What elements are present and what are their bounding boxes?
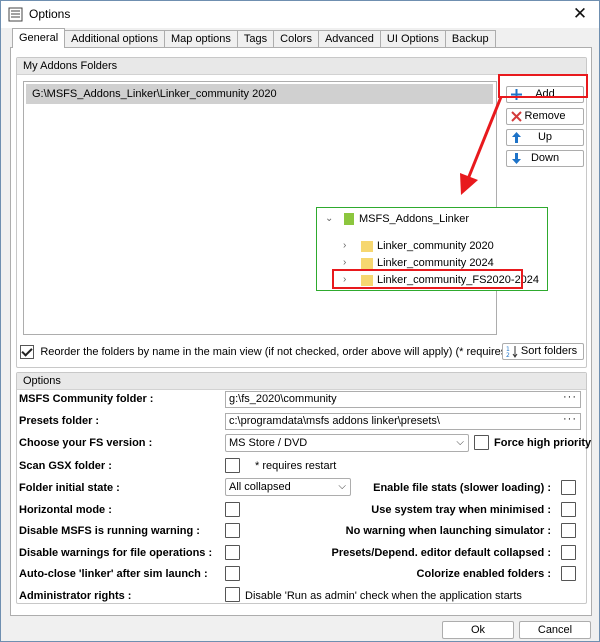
horizontal-mode-label: Horizontal mode : xyxy=(19,504,112,516)
force-priority-label: Force high priority xyxy=(494,437,592,449)
title-bar: Options ✕ xyxy=(1,1,599,28)
launch-warning-checkbox[interactable] xyxy=(561,523,576,538)
presets-folder-field[interactable]: c:\programdata\msfs addons linker\preset… xyxy=(225,413,581,430)
close-icon[interactable]: ✕ xyxy=(569,4,591,24)
admin-rights-label: Administrator rights : xyxy=(19,590,132,602)
plus-icon xyxy=(511,89,522,100)
colorize-checkbox[interactable] xyxy=(561,566,576,581)
community-folder-label: MSFS Community folder : xyxy=(19,393,154,405)
browse-presets-button[interactable]: ··· xyxy=(563,414,577,427)
auto-close-label: Auto-close 'linker' after sim launch : xyxy=(19,568,208,580)
requires-restart-note: * requires restart xyxy=(255,460,337,472)
tab-colors[interactable]: Colors xyxy=(273,30,319,48)
fs-version-select[interactable]: MS Store / DVD ⌵ xyxy=(225,434,469,452)
reorder-checkbox[interactable] xyxy=(20,344,34,359)
community-folder-value: g:\fs_2020\community xyxy=(229,393,337,405)
tab-general[interactable]: General xyxy=(12,28,66,48)
add-label: Add xyxy=(535,88,555,100)
tree-child-label: Linker_community 2020 xyxy=(377,240,494,252)
cancel-button[interactable]: Cancel xyxy=(519,621,591,639)
folder-icon xyxy=(361,258,373,269)
red-arrow-icon xyxy=(460,96,503,195)
admin-rights-note: Disable 'Run as admin' check when the ap… xyxy=(245,590,522,602)
presets-folder-label: Presets folder : xyxy=(19,415,100,427)
chevron-down-icon: ⌵ xyxy=(456,437,464,448)
add-button[interactable]: Add xyxy=(506,86,584,103)
down-button[interactable]: Down xyxy=(506,150,584,167)
tab-ui-options[interactable]: UI Options xyxy=(379,30,446,48)
folder-state-select[interactable]: All collapsed ⌵ xyxy=(225,478,351,496)
chevron-right-icon: › xyxy=(343,240,347,251)
green-folder-icon xyxy=(344,213,354,225)
file-stats-label: Enable file stats (slower loading) : xyxy=(373,482,551,494)
tree-root-label: MSFS_Addons_Linker xyxy=(359,213,470,225)
browse-community-button[interactable]: ··· xyxy=(563,392,577,405)
app-icon xyxy=(8,7,23,22)
launch-warning-label: No warning when launching simulator : xyxy=(345,525,551,537)
chevron-right-icon: › xyxy=(343,257,347,268)
presets-folder-value: c:\programdata\msfs addons linker\preset… xyxy=(229,415,440,427)
auto-close-checkbox[interactable] xyxy=(225,566,240,581)
tab-tags[interactable]: Tags xyxy=(236,30,275,48)
arrow-up-icon xyxy=(512,132,521,143)
reorder-row: Reorder the folders by name in the main … xyxy=(20,344,544,360)
tab-additional-options[interactable]: Additional options xyxy=(64,30,165,48)
sort-folders-label: Sort folders xyxy=(520,345,578,357)
chevron-down-icon: ⌵ xyxy=(338,481,346,492)
folder-tree-preview: ⌄ MSFS_Addons_Linker › Linker_community … xyxy=(316,207,548,291)
ok-button[interactable]: Ok xyxy=(442,621,514,639)
remove-label: Remove xyxy=(524,110,566,122)
reorder-label: Reorder the folders by name in the main … xyxy=(40,345,545,358)
tab-backup[interactable]: Backup xyxy=(444,30,496,48)
up-label: Up xyxy=(537,131,553,143)
fs-version-label: Choose your FS version : xyxy=(19,437,153,449)
running-warning-checkbox[interactable] xyxy=(225,523,240,538)
file-stats-checkbox[interactable] xyxy=(561,480,576,495)
file-ops-warning-checkbox[interactable] xyxy=(225,545,240,560)
down-label: Down xyxy=(530,152,560,164)
window-title: Options xyxy=(29,7,71,21)
folder-list-item[interactable]: G:\MSFS_Addons_Linker\Linker_community 2… xyxy=(26,84,493,104)
options-header: Options xyxy=(17,373,586,390)
colorize-label: Colorize enabled folders : xyxy=(416,568,551,580)
scan-gsx-label: Scan GSX folder : xyxy=(19,460,112,472)
tree-child-label: Linker_community_FS2020-2024 xyxy=(377,274,540,286)
folder-icon xyxy=(361,241,373,252)
running-warning-label: Disable MSFS is running warning : xyxy=(19,525,200,537)
tree-child-label: Linker_community 2024 xyxy=(377,257,494,269)
system-tray-checkbox[interactable] xyxy=(561,502,576,517)
chevron-right-icon: › xyxy=(343,274,347,285)
fs-version-value: MS Store / DVD xyxy=(229,437,308,449)
editor-collapsed-label: Presets/Depend. editor default collapsed… xyxy=(331,547,551,559)
file-ops-warning-label: Disable warnings for file operations : xyxy=(19,547,213,559)
editor-collapsed-checkbox[interactable] xyxy=(561,545,576,560)
tab-strip: General Additional options Map options T… xyxy=(12,28,496,48)
sort-folders-button[interactable]: 12 Sort folders xyxy=(502,343,584,360)
up-button[interactable]: Up xyxy=(506,129,584,146)
system-tray-label: Use system tray when minimised : xyxy=(371,504,551,516)
addons-folders-header: My Addons Folders xyxy=(17,58,586,75)
scan-gsx-checkbox[interactable] xyxy=(225,458,240,473)
folder-icon xyxy=(361,275,373,286)
folder-state-label: Folder initial state : xyxy=(19,482,120,494)
admin-rights-checkbox[interactable] xyxy=(225,587,240,602)
chevron-down-icon: ⌄ xyxy=(325,213,334,224)
community-folder-field[interactable]: g:\fs_2020\community ··· xyxy=(225,391,581,408)
folder-state-value: All collapsed xyxy=(229,481,291,493)
tab-advanced[interactable]: Advanced xyxy=(317,30,381,48)
remove-x-icon xyxy=(511,111,522,122)
remove-button[interactable]: Remove xyxy=(506,108,584,125)
tab-map-options[interactable]: Map options xyxy=(163,30,238,48)
force-priority-checkbox[interactable] xyxy=(474,435,489,450)
options-window: Options ✕ General Additional options Map… xyxy=(0,0,600,642)
sort-az-icon: 12 xyxy=(506,346,518,358)
horizontal-mode-checkbox[interactable] xyxy=(225,502,240,517)
svg-text:2: 2 xyxy=(506,352,510,358)
arrow-down-icon xyxy=(512,153,521,164)
